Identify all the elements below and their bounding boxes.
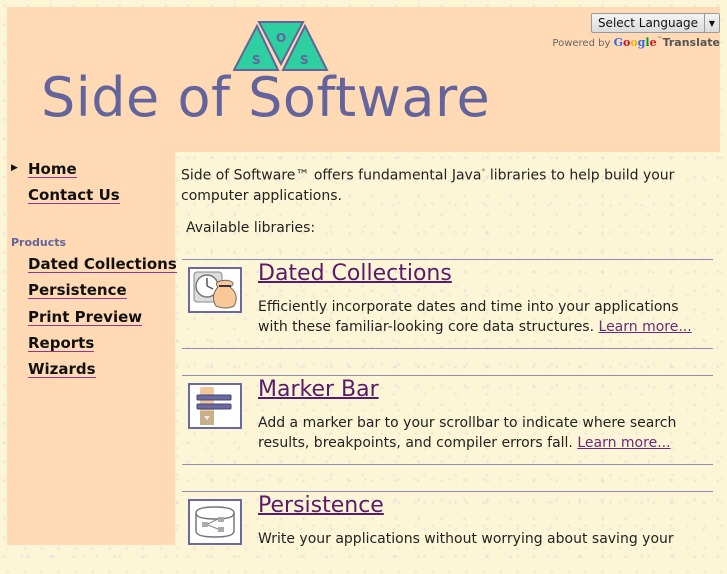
- language-select[interactable]: Select Language ▼: [590, 13, 720, 33]
- site-title: Side of Software: [41, 66, 491, 129]
- nav-home-link[interactable]: Home: [28, 161, 77, 178]
- products-heading: Products: [11, 236, 67, 249]
- library-item: Marker Bar Add a marker bar to your scro…: [181, 377, 721, 458]
- available-libraries-label: Available libraries:: [186, 220, 316, 236]
- sidebar: ▶ Home Contact Us Products Dated Collect…: [7, 152, 177, 545]
- database-icon[interactable]: [188, 499, 242, 545]
- marker-bar-icon[interactable]: [188, 383, 242, 429]
- site-header: S O S Side of Software Select Language ▼…: [7, 7, 720, 152]
- google-logo[interactable]: Google: [614, 36, 657, 49]
- library-description: Write your applications without worrying…: [258, 529, 708, 549]
- divider: [182, 348, 713, 349]
- library-item: Dated Collections Efficiently incorporat…: [181, 261, 721, 342]
- nav-reports-link[interactable]: Reports: [28, 335, 95, 352]
- library-description: Add a marker bar to your scrollbar to in…: [258, 413, 708, 453]
- powered-by-text: Powered by: [552, 38, 611, 49]
- library-title-link[interactable]: Persistence: [258, 493, 384, 518]
- nav-dated-collections-link[interactable]: Dated Collections: [28, 256, 177, 273]
- learn-more-link[interactable]: Learn more...: [599, 319, 692, 335]
- library-description: Efficiently incorporate dates and time i…: [258, 297, 708, 337]
- learn-more-link[interactable]: Learn more...: [577, 435, 670, 451]
- nav-print-preview-link[interactable]: Print Preview: [28, 309, 143, 326]
- clock-bag-icon[interactable]: [188, 267, 242, 313]
- google-translate-widget: Select Language ▼ Powered by Google™Tran…: [552, 12, 720, 49]
- library-title-link[interactable]: Marker Bar: [258, 377, 379, 402]
- divider: [182, 375, 713, 376]
- nav-contact-link[interactable]: Contact Us: [28, 187, 120, 204]
- divider: [182, 259, 713, 260]
- intro-paragraph: Side of Software™ offers fundamental Jav…: [181, 162, 701, 206]
- divider: [182, 491, 713, 492]
- divider: [182, 464, 713, 465]
- library-title-link[interactable]: Dated Collections: [258, 261, 452, 286]
- intro-text-start: Side of Software™ offers fundamental Jav…: [181, 167, 482, 184]
- logo-letter-o: O: [276, 31, 286, 45]
- dropdown-arrow-icon[interactable]: ▼: [704, 14, 719, 32]
- nav-persistence-link[interactable]: Persistence: [28, 282, 127, 299]
- library-item: Persistence Write your applications with…: [181, 493, 721, 574]
- translate-text: Translate: [662, 36, 720, 49]
- current-page-arrow-icon: ▶: [11, 163, 18, 173]
- nav-wizards-link[interactable]: Wizards: [28, 361, 96, 378]
- powered-by-google: Powered by Google™Translate: [552, 36, 720, 49]
- language-select-label: Select Language: [597, 16, 698, 30]
